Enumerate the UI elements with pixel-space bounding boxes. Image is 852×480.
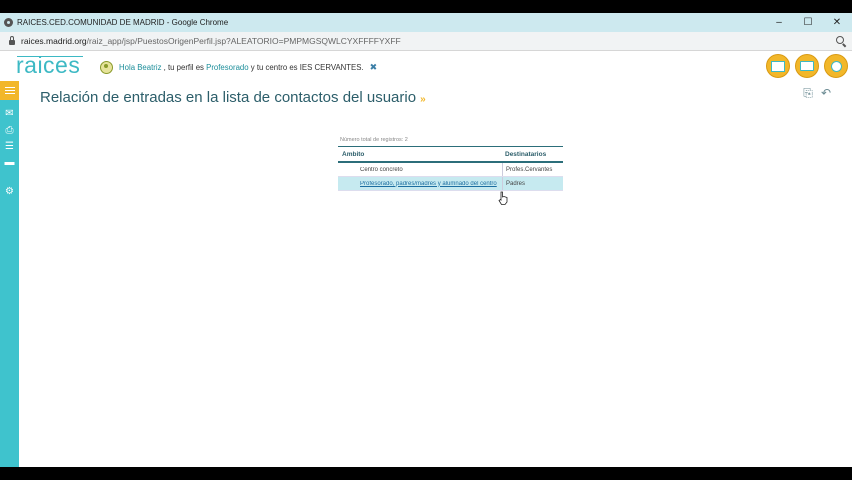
close-session-icon[interactable]: ✖ [370, 62, 378, 73]
table-header: Ámbito Destinatarios [338, 147, 563, 163]
cell-destinatarios: Profes.Cervantes [502, 163, 563, 176]
url-host: raices.madrid.org [21, 36, 87, 46]
table-row[interactable]: Profesorado, padres/madres y alumnado de… [338, 177, 563, 191]
profile-text: , tu perfil es [163, 63, 204, 72]
cell-ambito-text: Centro concreto [360, 166, 403, 173]
profile-link[interactable]: Profesorado [206, 63, 248, 72]
contacts-table: Ámbito Destinatarios Centro concreto Pro… [338, 146, 563, 191]
cell-ambito: Centro concreto [338, 167, 502, 173]
hand-cursor-icon [498, 191, 508, 205]
user-info: Hola Beatriz , tu perfil es Profesorado … [100, 61, 377, 74]
greeting-link[interactable]: Hola Beatriz [119, 63, 161, 72]
mail-icon[interactable]: ✉ [0, 106, 19, 120]
title-bar: RAICES.CED.COMUNIDAD DE MADRID - Google … [0, 13, 852, 32]
center-text: y tu centro es IES [250, 63, 313, 72]
window-title: RAICES.CED.COMUNIDAD DE MADRID - Google … [17, 18, 229, 27]
cell-destinatarios: Padres [502, 177, 563, 190]
page-title: Relación de entradas en la lista de cont… [40, 89, 426, 106]
logo[interactable]: raices [16, 53, 80, 77]
print-button[interactable] [795, 54, 819, 78]
mail-button[interactable] [766, 54, 790, 78]
settings-button[interactable] [824, 54, 848, 78]
favicon-icon [4, 18, 13, 27]
title-arrow-icon: » [420, 94, 426, 105]
close-window-button[interactable]: ✕ [822, 13, 852, 32]
printer-icon[interactable]: ⎙ [0, 123, 19, 137]
address-bar[interactable]: raices.madrid.org/raiz_app/jsp/PuestosOr… [0, 32, 852, 51]
column-header-destinatarios[interactable]: Destinatarios [502, 147, 563, 161]
page-title-text: Relación de entradas en la lista de cont… [40, 89, 417, 106]
user-avatar-icon [100, 61, 113, 74]
gear-icon [830, 60, 842, 72]
lock-icon [9, 35, 15, 45]
url-path: /raiz_app/jsp/PuestosOrigenPerfil.jsp?AL… [86, 36, 401, 46]
total-records: Número total de registros: 2 [340, 137, 408, 143]
export-icon[interactable]: ⎘ [801, 86, 815, 100]
menu-icon[interactable] [0, 81, 19, 100]
table-row[interactable]: Centro concreto Profes.Cervantes [338, 163, 563, 177]
browser-window: RAICES.CED.COMUNIDAD DE MADRID - Google … [0, 13, 852, 467]
cell-ambito: Profesorado, padres/madres y alumnado de… [338, 181, 502, 187]
url-text[interactable]: raices.madrid.org/raiz_app/jsp/PuestosOr… [21, 36, 401, 46]
app-header: raices Hola Beatriz , tu perfil es Profe… [0, 51, 852, 81]
gear-icon[interactable]: ⚙ [0, 184, 19, 198]
list-icon[interactable]: ☰ [0, 139, 19, 153]
minimize-button[interactable]: – [764, 13, 794, 32]
zoom-icon[interactable] [836, 36, 844, 44]
print-icon [800, 61, 814, 71]
mail-icon [771, 60, 785, 72]
column-header-ambito[interactable]: Ámbito [338, 151, 502, 158]
bed-icon[interactable]: ▬ [0, 155, 19, 169]
cell-ambito-link[interactable]: Profesorado, padres/madres y alumnado de… [342, 181, 497, 187]
center-name: CERVANTES. [314, 63, 364, 72]
back-icon[interactable]: ↶ [819, 86, 833, 100]
maximize-button[interactable]: ☐ [793, 13, 823, 32]
sidebar: ✉ ⎙ ☰ ▬ ⚙ [0, 81, 19, 467]
